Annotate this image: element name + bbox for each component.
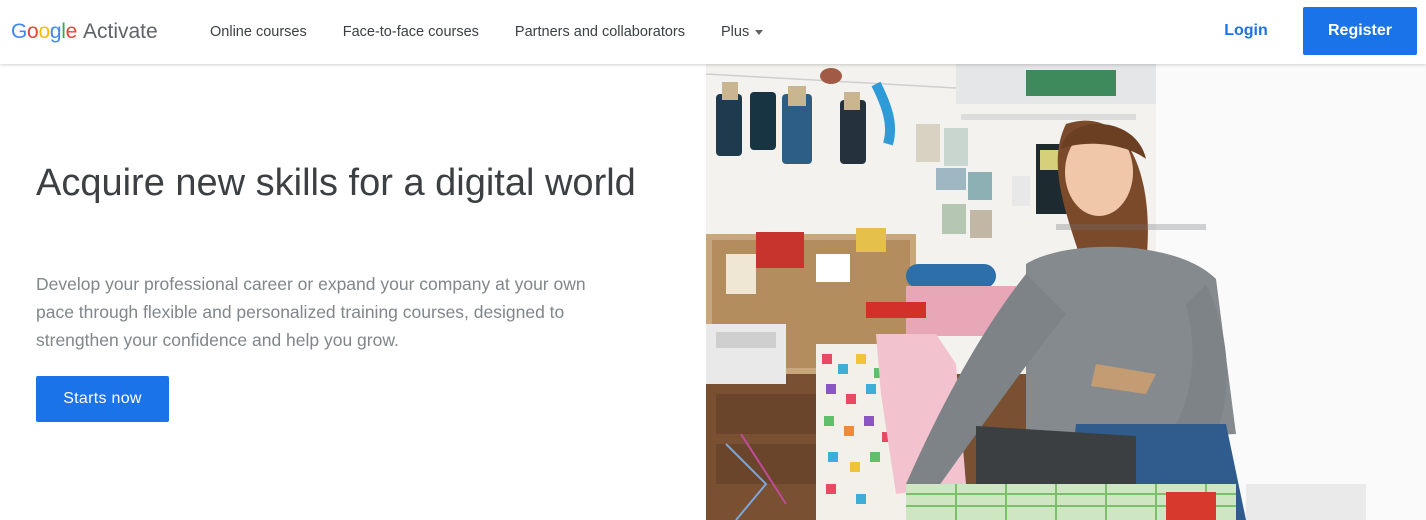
nav-plus-dropdown[interactable]: Plus: [721, 24, 764, 40]
main-nav: Online courses Face-to-face courses Part…: [210, 0, 799, 64]
google-wordmark: Google: [11, 20, 77, 43]
nav-partners-and-collaborators[interactable]: Partners and collaborators: [515, 24, 685, 40]
nav-plus-label: Plus: [721, 24, 750, 40]
hero-image: [706, 64, 1426, 520]
register-button[interactable]: Register: [1303, 7, 1417, 55]
google-activate-logo[interactable]: Google Activate: [11, 20, 158, 46]
nav-online-courses[interactable]: Online courses: [210, 24, 307, 40]
woman-in-craft-studio-illustration: [706, 64, 1426, 520]
logo-product-name: Activate: [82, 20, 158, 43]
hero-title: Acquire new skills for a digital world: [36, 162, 636, 204]
nav-face-to-face-courses[interactable]: Face-to-face courses: [343, 24, 479, 40]
login-button[interactable]: Login: [1213, 7, 1279, 55]
top-navigation-bar: Google Activate Online courses Face-to-f…: [0, 0, 1426, 64]
hero-description: Develop your professional career or expa…: [36, 274, 586, 350]
caret-down-icon: [755, 30, 764, 35]
starts-now-button[interactable]: Starts now: [36, 376, 169, 422]
